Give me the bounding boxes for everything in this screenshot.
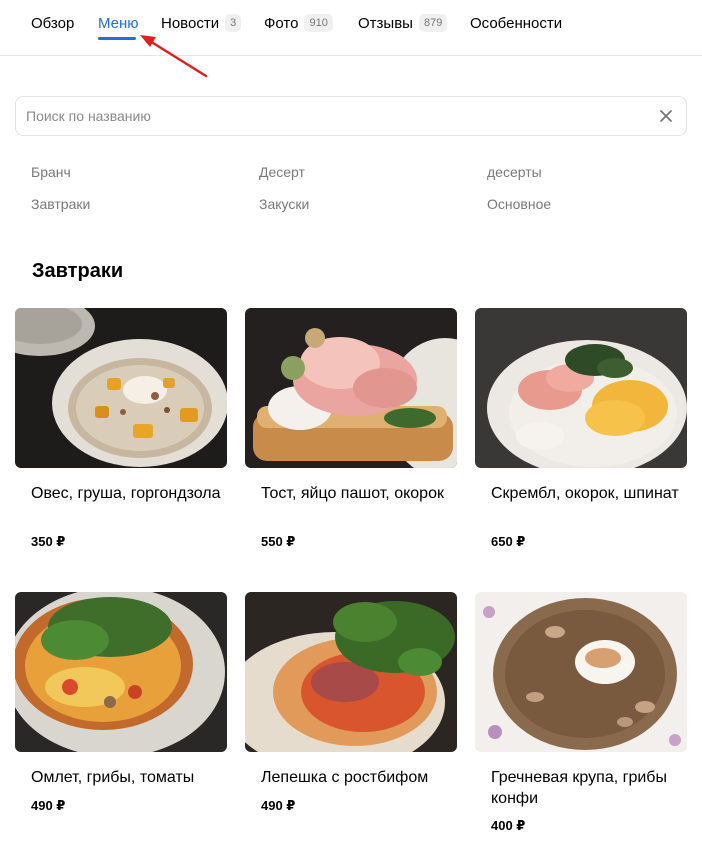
tab-label: Новости (161, 14, 220, 32)
tab-photos[interactable]: Фото 910 (264, 13, 333, 33)
dish-name: Гречневая крупа, грибы конфи (491, 769, 667, 807)
category-link[interactable]: Завтраки (31, 196, 90, 212)
dish-name: Лепешка с ростбифом (261, 769, 429, 786)
close-icon[interactable] (656, 106, 676, 126)
search-input[interactable] (26, 97, 646, 135)
tab-reviews[interactable]: Отзывы 879 (358, 13, 448, 33)
dish-price: 400 ₽ (491, 818, 526, 833)
dish-photo (475, 592, 687, 752)
count-badge: 910 (304, 14, 333, 32)
tab-menu[interactable]: Меню (98, 13, 139, 33)
tab-news[interactable]: Новости 3 (161, 13, 242, 33)
tab-label: Меню (98, 14, 139, 32)
dish-price: 490 ₽ (31, 798, 66, 813)
dish-price: 650 ₽ (491, 534, 526, 549)
tab-label: Особенности (470, 14, 563, 32)
search-box (15, 96, 687, 136)
dish-photo (245, 308, 457, 468)
dish-name: Тост, яйцо пашот, окорок (261, 485, 444, 502)
dish-price: 490 ₽ (261, 798, 296, 813)
count-badge: 879 (418, 14, 448, 32)
category-link[interactable]: Основное (487, 196, 551, 212)
category-link[interactable]: десерты (487, 164, 542, 180)
count-badge: 3 (225, 14, 242, 32)
category-link[interactable]: Закуски (259, 196, 309, 212)
dish-name: Скрембл, окорок, шпинат (491, 485, 679, 502)
dish-price: 550 ₽ (261, 534, 296, 549)
tab-label: Фото (264, 14, 299, 32)
tab-label: Обзор (31, 14, 75, 32)
dish-photo (245, 592, 457, 752)
tab-bar: Обзор Меню Новости 3 Фото 910 Отзывы 879… (0, 0, 702, 56)
tab-label: Отзывы (358, 14, 413, 32)
dish-name: Омлет, грибы, томаты (31, 769, 195, 786)
section-title: Завтраки (32, 260, 124, 282)
active-tab-indicator (98, 37, 136, 40)
dish-photo (15, 592, 227, 752)
dish-photo (475, 308, 687, 468)
tab-overview[interactable]: Обзор (31, 13, 74, 33)
dish-photo (15, 308, 227, 468)
tab-features[interactable]: Особенности (470, 13, 562, 33)
category-link[interactable]: Бранч (31, 164, 71, 180)
dish-name: Овес, груша, горгондзола (31, 485, 221, 502)
category-link[interactable]: Десерт (259, 164, 305, 180)
dish-price: 350 ₽ (31, 534, 66, 549)
